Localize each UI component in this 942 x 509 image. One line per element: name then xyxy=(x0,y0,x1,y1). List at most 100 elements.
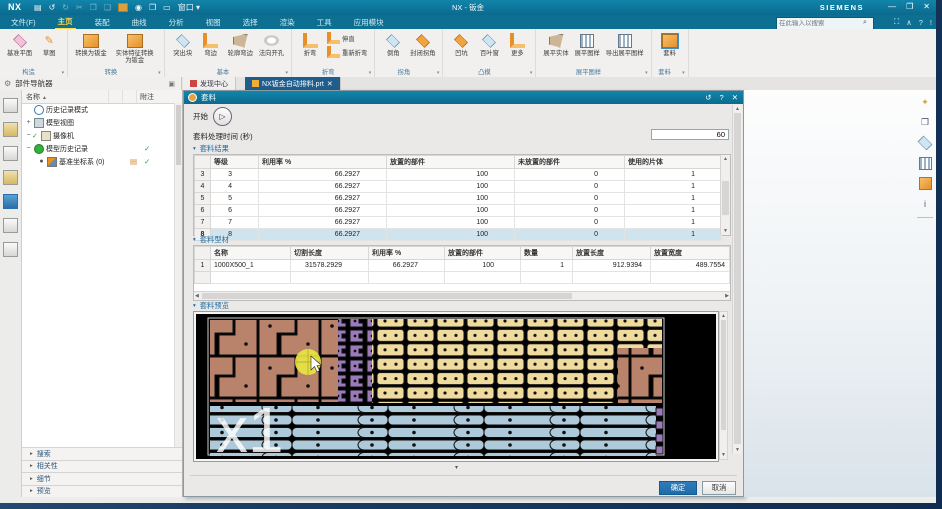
favorites-icon[interactable]: ✦ xyxy=(919,96,932,109)
menu-home[interactable]: 主页 xyxy=(55,15,76,30)
group-caret-icon[interactable]: ▾ xyxy=(286,70,289,76)
start-nesting-button[interactable]: ▷ xyxy=(213,107,232,126)
restore-button[interactable]: ❐ xyxy=(906,2,913,11)
group-caret-icon[interactable]: ▾ xyxy=(62,70,65,76)
ok-button[interactable]: 确定 xyxy=(659,481,697,495)
close-button[interactable]: ✕ xyxy=(923,2,930,11)
dialog-collapse-caret[interactable]: ▾ xyxy=(184,464,729,471)
dialog-help-icon[interactable]: ? xyxy=(720,93,724,102)
assembly-navigator-icon[interactable] xyxy=(3,98,18,113)
results-row[interactable]: 7766.292710001 xyxy=(195,217,722,229)
results-row[interactable]: 3366.292710001 xyxy=(195,169,722,181)
results-row[interactable]: 5566.292710001 xyxy=(195,193,722,205)
menu-analysis[interactable]: 分析 xyxy=(166,16,187,29)
menu-tools[interactable]: 工具 xyxy=(314,16,335,29)
results-scrollbar[interactable]: ▲ ▼ xyxy=(720,155,730,235)
convert-to-sheetmetal-button[interactable]: 转换为钣金 xyxy=(75,32,106,57)
export-flat-pattern-button[interactable]: 导出展平图样 xyxy=(606,32,644,57)
suppress-badge-icon[interactable]: ▤ xyxy=(130,157,137,166)
fullscreen-icon[interactable]: ⛶ xyxy=(894,17,899,27)
search-input[interactable] xyxy=(777,20,863,27)
group-caret-icon[interactable]: ▾ xyxy=(645,70,648,76)
menu-curve[interactable]: 曲线 xyxy=(129,16,150,29)
copy-display-icon[interactable]: ❐ xyxy=(919,116,932,129)
tab-close-icon[interactable]: ✕ xyxy=(327,80,333,88)
menu-assembly[interactable]: 装配 xyxy=(92,16,113,29)
more-button[interactable]: 更多 xyxy=(506,32,528,57)
section-details[interactable]: ▸细节 xyxy=(22,472,182,485)
tab-discovery-center[interactable]: 发现中心 xyxy=(183,77,236,90)
reuse-library-icon[interactable] xyxy=(3,170,18,185)
time-input[interactable] xyxy=(651,129,729,140)
flat-solid-button[interactable]: 展平实体 xyxy=(543,32,568,57)
contour-flange-button[interactable]: 轮廓弯边 xyxy=(228,32,253,57)
sketch-button[interactable]: ✎草图 xyxy=(38,32,60,57)
group-caret-icon[interactable]: ▾ xyxy=(369,70,372,76)
tree-scrollbar[interactable] xyxy=(174,103,182,447)
tree-row-model-history[interactable]: − 模型历史记录 ✓ xyxy=(22,142,175,155)
dialog-reset-icon[interactable]: ↺ xyxy=(705,93,711,102)
group-caret-icon[interactable]: ▾ xyxy=(158,70,161,76)
results-row-selected[interactable]: 8866.292710001 xyxy=(195,229,722,241)
tab-button[interactable]: 突出块 xyxy=(172,32,194,57)
dialog-scrollbar[interactable]: ▲ ▼ xyxy=(732,105,742,454)
tree-row-datum-csys[interactable]: ● 基准坐标系 (0) ▤ ✓ xyxy=(22,155,175,168)
nesting-preview[interactable]: x1 xyxy=(193,311,719,462)
solid-to-sheetmetal-button[interactable]: 实体特征转换为钣金 xyxy=(113,32,157,64)
chamfer-button[interactable]: 倒角 xyxy=(382,32,404,57)
menu-render[interactable]: 渲染 xyxy=(277,16,298,29)
preview-section-header[interactable]: ▾ 套料预览 xyxy=(193,301,229,311)
collapse-icon[interactable]: − xyxy=(25,145,32,152)
nesting-button[interactable]: 套料 xyxy=(659,32,681,57)
collapse-icon[interactable]: − xyxy=(25,132,32,139)
group-caret-icon[interactable]: ▾ xyxy=(682,70,685,76)
unbend-button[interactable]: 伸直 xyxy=(327,32,367,44)
dialog-close-icon[interactable]: ✕ xyxy=(732,93,738,102)
alert-icon[interactable]: ! xyxy=(930,18,932,27)
preview-canvas[interactable]: x1 xyxy=(196,314,716,459)
results-row[interactable]: 6666.292710001 xyxy=(195,205,722,217)
dimple-button[interactable]: 凹坑 xyxy=(450,32,472,57)
minimize-button[interactable]: — xyxy=(888,2,896,11)
history-palette-icon[interactable] xyxy=(3,218,18,233)
graphics-window[interactable]: ✦ ❐ i xyxy=(744,90,936,497)
group-caret-icon[interactable]: ▾ xyxy=(530,70,533,76)
web-browser-icon[interactable] xyxy=(3,194,18,209)
rebend-button[interactable]: 重新折弯 xyxy=(327,46,367,58)
constraint-navigator-icon[interactable] xyxy=(3,122,18,137)
command-search[interactable]: ⌕ xyxy=(776,17,874,30)
datum-plane-button[interactable]: 基准平面 xyxy=(7,32,32,57)
preview-scrollbar[interactable]: ▲ ▼ xyxy=(719,311,728,460)
flange-button[interactable]: 弯边 xyxy=(200,32,222,57)
menu-file[interactable]: 文件(F) xyxy=(8,16,39,29)
louver-button[interactable]: 百叶窗 xyxy=(478,32,500,57)
bend-button[interactable]: 折弯 xyxy=(299,32,321,57)
results-row[interactable]: 4466.292710001 xyxy=(195,181,722,193)
tree-column-header[interactable]: 名称 ▲ 附注 xyxy=(22,90,182,104)
roles-icon[interactable] xyxy=(3,242,18,257)
tree-row-model-views[interactable]: + 模型视图 xyxy=(22,116,175,129)
flat-solid-side-icon[interactable] xyxy=(918,136,933,151)
gear-icon[interactable]: ⚙ xyxy=(4,79,11,88)
tab-active-part[interactable]: NX钣金自动排料.prt ✕ xyxy=(245,77,341,90)
menu-application[interactable]: 应用模块 xyxy=(351,16,387,29)
help-icon[interactable]: ? xyxy=(919,18,923,27)
flat-pattern-side-icon[interactable] xyxy=(919,157,932,170)
pin-icon[interactable]: ▣ xyxy=(168,80,175,88)
flat-pattern-button[interactable]: 展平图样 xyxy=(575,32,600,57)
profiles-section-header[interactable]: ▾ 套料型材 xyxy=(193,235,229,245)
information-icon[interactable]: i xyxy=(919,197,932,210)
section-preview[interactable]: ▸预览 xyxy=(22,485,182,498)
tree-row-history-mode[interactable]: 历史记录模式 xyxy=(22,103,175,116)
minimize-ribbon-icon[interactable]: ∧ xyxy=(906,18,912,27)
profiles-hscrollbar[interactable]: ◀ ▶ xyxy=(194,291,730,300)
closed-corner-button[interactable]: 封闭拐角 xyxy=(410,32,435,57)
nesting-side-icon[interactable] xyxy=(919,177,932,190)
check-icon[interactable]: ✓ xyxy=(144,157,150,166)
results-section-header[interactable]: ▾ 套料结果 xyxy=(193,144,229,154)
section-search[interactable]: ▸搜索 xyxy=(22,447,182,460)
group-caret-icon[interactable]: ▾ xyxy=(437,70,440,76)
menu-view[interactable]: 视图 xyxy=(203,16,224,29)
profile-row[interactable]: 1 1000X500_1 31578.2929 66.2927 100 1 91… xyxy=(195,260,730,272)
dialog-title-bar[interactable]: 套料 ↺ ? ✕ xyxy=(184,91,743,104)
